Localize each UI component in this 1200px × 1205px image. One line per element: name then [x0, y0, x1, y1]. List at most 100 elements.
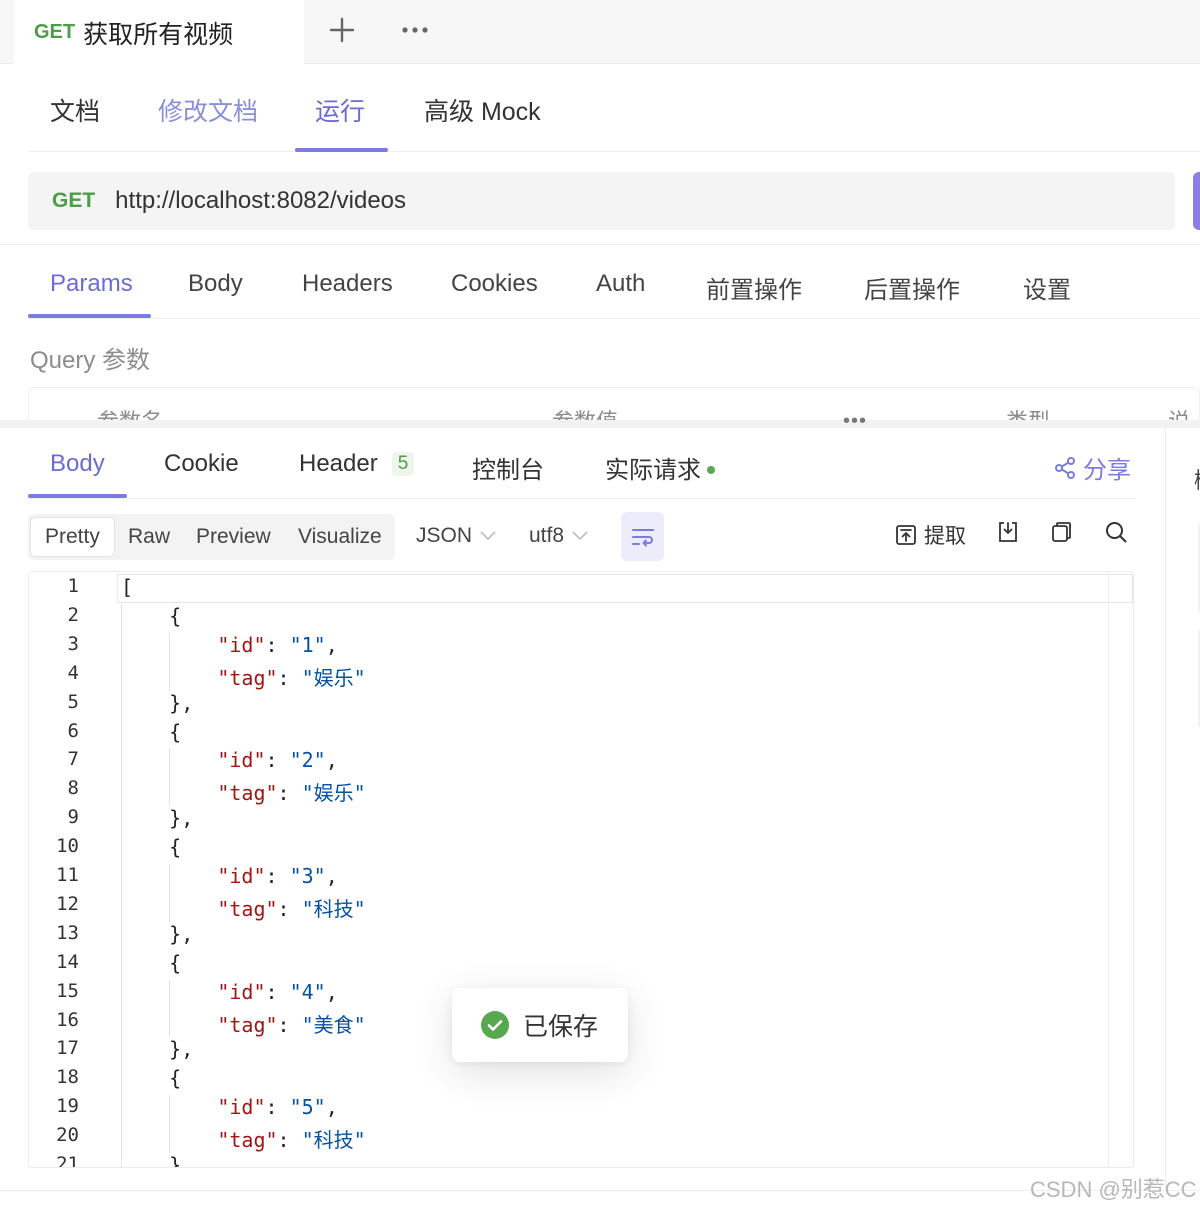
json-string: "娱乐" — [301, 665, 366, 690]
divider — [28, 498, 1136, 499]
divider — [0, 1190, 1200, 1191]
tab-headers[interactable]: Headers — [302, 270, 393, 298]
code-line: "id": "2", — [121, 748, 338, 773]
check-circle-icon — [481, 1011, 509, 1039]
json-string: "1" — [289, 632, 326, 657]
line-number: 20 — [56, 1124, 79, 1147]
tab-params[interactable]: Params — [50, 270, 133, 298]
indent-guide — [121, 604, 122, 1167]
code-line: }, — [121, 922, 193, 946]
tab-advanced-mock[interactable]: 高级 Mock — [424, 92, 541, 128]
tab-edit-doc[interactable]: 修改文档 — [158, 92, 258, 128]
json-punctuation: : — [265, 1095, 290, 1120]
indent-guide — [169, 864, 170, 922]
search-button[interactable] — [1104, 520, 1128, 544]
code-line: { — [121, 1066, 181, 1090]
tab-pre-script[interactable]: 前置操作 — [706, 270, 802, 305]
line-number: 1 — [67, 575, 79, 597]
line-number: 14 — [56, 950, 79, 973]
json-string: "5" — [289, 1095, 326, 1120]
api-tab-active[interactable]: GET 获取所有视频 — [14, 0, 304, 65]
send-button[interactable] — [1193, 172, 1200, 230]
encoding-select-value: utf8 — [529, 524, 565, 547]
resp-tab-cookie[interactable]: Cookie — [164, 450, 239, 478]
response-body-editor[interactable]: 1 2 3 4 5 6 7 8 9 10 11 12 13 14 15 16 17 18 19 20 21 [ { "i… — [28, 571, 1134, 1168]
json-punctuation: }, — [121, 921, 194, 946]
code-line: "id": "1", — [121, 632, 337, 657]
json-key: "tag" — [217, 896, 278, 921]
share-button[interactable]: 分享 — [1053, 450, 1131, 485]
tab-doc[interactable]: 文档 — [50, 92, 100, 128]
resp-tab-console-label: 控制台 — [472, 457, 544, 484]
resp-tab-actual-request[interactable]: 实际请求 — [605, 450, 715, 485]
code-line: [ — [121, 575, 133, 599]
view-raw-button[interactable]: Raw — [114, 517, 184, 557]
json-punctuation: : — [277, 1128, 302, 1153]
current-line-highlight — [117, 574, 1133, 603]
json-key: "tag" — [217, 1128, 278, 1153]
json-string: "科技" — [301, 1128, 366, 1153]
json-punctuation: : — [265, 632, 290, 657]
url-bar[interactable]: GET http://localhost:8082/videos — [28, 172, 1175, 230]
line-number: 8 — [67, 777, 79, 800]
resp-tab-header[interactable]: Header 5 — [299, 450, 415, 478]
header-count-badge: 5 — [391, 452, 415, 476]
tab-post-script[interactable]: 后置操作 — [864, 270, 960, 305]
resp-tab-body[interactable]: Body — [50, 450, 105, 478]
json-string: "美食" — [301, 1012, 366, 1037]
panel-splitter[interactable] — [0, 420, 1200, 428]
request-url[interactable]: http://localhost:8082/videos — [115, 187, 406, 215]
json-key: "tag" — [217, 665, 278, 690]
request-method[interactable]: GET — [52, 189, 95, 213]
resp-tab-console[interactable]: 控制台 — [472, 450, 544, 485]
tab-auth[interactable]: Auth — [596, 270, 645, 298]
tab-settings[interactable]: 设置 — [1023, 270, 1071, 305]
tab-body[interactable]: Body — [188, 270, 243, 298]
tab-run[interactable]: 运行 — [315, 92, 365, 128]
toast-message: 已保存 — [523, 1013, 599, 1041]
json-punctuation: , — [325, 748, 338, 773]
tab-more-button[interactable] — [395, 10, 435, 50]
json-punctuation: { — [121, 950, 182, 975]
line-number: 16 — [56, 1008, 79, 1031]
splitter-handle[interactable]: ••• — [843, 410, 867, 433]
line-number: 11 — [56, 864, 79, 886]
api-tab-strip: GET 获取所有视频 — [0, 0, 1200, 65]
line-number: 3 — [67, 632, 79, 655]
json-string: "4" — [289, 979, 326, 1004]
extract-icon — [896, 525, 916, 545]
json-string: "3" — [289, 864, 326, 888]
view-pretty-button[interactable]: Pretty — [30, 517, 115, 557]
code-line: "id": "4", — [121, 979, 337, 1004]
tab-cookies[interactable]: Cookies — [451, 270, 538, 298]
new-tab-button[interactable] — [322, 10, 362, 50]
json-punctuation: }, — [121, 690, 194, 715]
view-preview-button[interactable]: Preview — [182, 517, 285, 557]
code-line: "tag": "美食" — [121, 1009, 366, 1038]
wrap-lines-button[interactable] — [621, 512, 664, 561]
encoding-select[interactable]: utf8 — [529, 524, 588, 548]
extract-button[interactable]: 提取 — [894, 520, 966, 550]
copy-button[interactable] — [1050, 520, 1074, 544]
line-number: 6 — [67, 719, 79, 742]
format-select[interactable]: JSON — [416, 524, 496, 548]
json-punctuation: { — [121, 603, 182, 628]
vertical-scrollbar[interactable] — [1108, 572, 1133, 1167]
json-punctuation: : — [265, 864, 290, 888]
divider — [0, 244, 1200, 245]
json-punctuation: , — [325, 1095, 338, 1120]
status-dot — [707, 465, 715, 474]
code-line: }, — [121, 1037, 193, 1061]
download-button[interactable] — [996, 520, 1020, 544]
indent-guide — [169, 632, 170, 691]
json-punctuation: }, — [121, 806, 194, 831]
view-visualize-button[interactable]: Visualize — [284, 517, 396, 557]
plus-icon — [329, 17, 355, 43]
json-punctuation: { — [121, 1066, 182, 1091]
json-punctuation: { — [121, 719, 182, 744]
indent-guide — [169, 979, 170, 1038]
json-punctuation: : — [265, 979, 290, 1004]
json-punctuation: { — [121, 835, 182, 860]
code-line: "id": "3", — [121, 864, 337, 888]
indent-guide — [169, 748, 170, 807]
